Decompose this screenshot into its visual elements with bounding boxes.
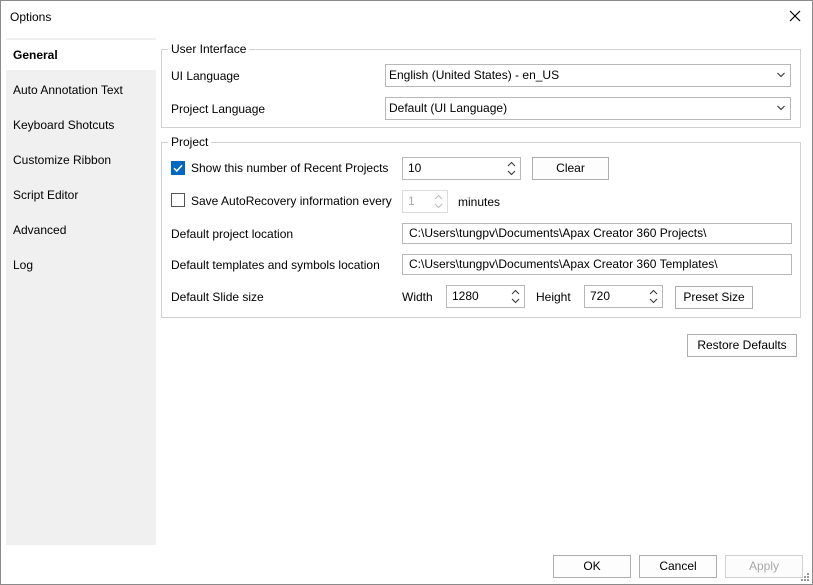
sidebar-item-customize-ribbon[interactable]: Customize Ribbon [6, 145, 156, 175]
project-language-label: Project Language [171, 102, 266, 116]
autorecovery-checkbox[interactable] [171, 193, 185, 207]
ok-button[interactable]: OK [553, 555, 631, 578]
height-value: 720 [590, 289, 611, 303]
project-group-label: Project [168, 135, 212, 149]
ui-language-value: English (United States) - en_US [389, 68, 560, 82]
project-language-dropdown[interactable]: Default (UI Language) [385, 97, 791, 120]
project-language-value: Default (UI Language) [389, 101, 508, 115]
close-icon [789, 10, 801, 22]
sidebar-item-general[interactable]: General [6, 40, 156, 70]
sidebar-item-advanced[interactable]: Advanced [6, 215, 156, 245]
spinner-arrows-icon [434, 194, 443, 209]
recent-projects-value: 10 [408, 161, 422, 175]
apply-button[interactable]: Apply [725, 555, 803, 578]
sidebar-item-script-editor[interactable]: Script Editor [6, 180, 156, 210]
sidebar-item-auto-annotation-text[interactable]: Auto Annotation Text [6, 75, 156, 105]
templates-location-input[interactable]: C:\Users\tungpv\Documents\Apax Creator 3… [402, 254, 792, 275]
minutes-label: minutes [458, 195, 501, 209]
resize-grip-icon[interactable] [800, 572, 810, 582]
slide-size-label: Default Slide size [171, 290, 264, 304]
clear-button[interactable]: Clear [532, 157, 609, 180]
checkmark-icon [173, 164, 183, 173]
cancel-button[interactable]: Cancel [639, 555, 717, 578]
spinner-arrows-icon[interactable] [506, 159, 517, 178]
width-label: Width [402, 290, 433, 304]
chevron-down-icon [777, 105, 785, 111]
options-dialog: Options General Auto Annotation Text Key… [0, 0, 813, 585]
width-spinner[interactable]: 1280 [446, 285, 525, 308]
sidebar: General Auto Annotation Text Keyboard Sh… [6, 38, 156, 545]
width-value: 1280 [452, 289, 479, 303]
ui-language-label: UI Language [171, 69, 240, 83]
ui-language-dropdown[interactable]: English (United States) - en_US [385, 64, 791, 87]
height-label: Height [536, 290, 571, 304]
close-button[interactable] [782, 4, 808, 28]
spinner-arrows-icon[interactable] [510, 287, 521, 306]
chevron-down-icon [777, 72, 785, 78]
height-spinner[interactable]: 720 [584, 285, 663, 308]
recent-projects-label: Show this number of Recent Projects [191, 161, 389, 175]
autorecovery-value: 1 [408, 194, 415, 208]
autorecovery-spinner[interactable]: 1 [402, 190, 448, 213]
templates-location-label: Default templates and symbols location [171, 258, 380, 272]
spinner-arrows-icon[interactable] [648, 287, 659, 306]
title-bar: Options [1, 1, 812, 33]
restore-defaults-button[interactable]: Restore Defaults [687, 334, 797, 357]
dialog-title: Options [10, 10, 52, 24]
preset-size-button[interactable]: Preset Size [675, 286, 753, 309]
recent-projects-spinner[interactable]: 10 [402, 157, 521, 180]
default-project-location-label: Default project location [171, 227, 294, 241]
default-project-location-input[interactable]: C:\Users\tungpv\Documents\Apax Creator 3… [402, 223, 792, 244]
sidebar-item-keyboard-shortcuts[interactable]: Keyboard Shotcuts [6, 110, 156, 140]
autorecovery-label: Save AutoRecovery information every [191, 194, 392, 208]
user-interface-group-label: User Interface [168, 42, 250, 56]
recent-projects-checkbox[interactable] [171, 161, 185, 175]
sidebar-item-log[interactable]: Log [6, 250, 156, 280]
